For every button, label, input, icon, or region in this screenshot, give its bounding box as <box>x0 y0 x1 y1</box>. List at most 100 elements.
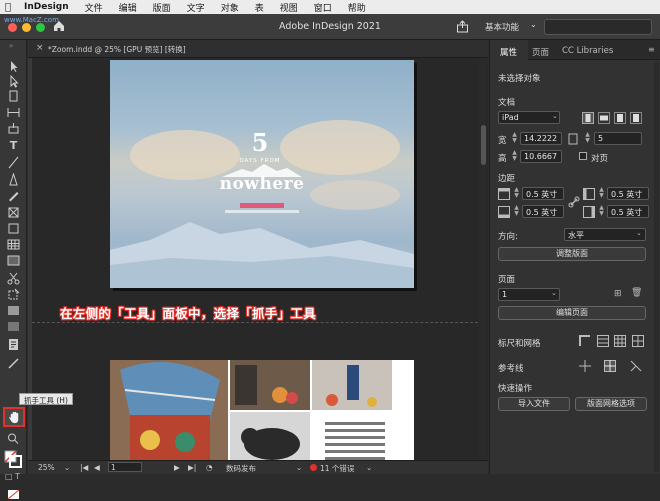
margin-bottom-input[interactable]: 0.5 英寸 <box>522 205 564 218</box>
scrollbar-thumb[interactable] <box>481 125 486 165</box>
menu-app[interactable]: InDesign <box>16 2 77 12</box>
last-page-icon[interactable]: ▶| <box>188 463 196 472</box>
pencil-tool-icon[interactable] <box>6 189 21 202</box>
layout-grid-icon[interactable] <box>632 335 644 347</box>
eyedropper-tool-icon[interactable] <box>6 356 21 369</box>
document-grid-icon[interactable] <box>614 335 626 347</box>
chevron-down-icon[interactable]: ⌄ <box>366 463 372 472</box>
menu-file[interactable]: 文件 <box>77 1 111 14</box>
landscape-orientation-icon[interactable] <box>598 112 610 124</box>
formatting-container-icon[interactable]: □ T <box>5 472 20 481</box>
tab-pages[interactable]: 页面 <box>532 46 549 58</box>
menu-help[interactable]: 帮助 <box>340 1 374 14</box>
zoom-window-button[interactable] <box>36 23 45 32</box>
share-icon[interactable] <box>456 20 469 33</box>
layout-grid-options-button[interactable]: 版面网格选项 <box>575 397 647 411</box>
chevron-down-icon[interactable]: ⌄ <box>64 463 70 472</box>
close-tab-icon[interactable]: × <box>36 43 44 53</box>
width-input[interactable]: 14.2222 <box>520 132 562 145</box>
height-input[interactable]: 10.6667 <box>520 150 562 163</box>
fill-stroke-swatch-icon[interactable] <box>4 450 22 468</box>
scissors-tool-icon[interactable] <box>6 272 21 285</box>
chevron-down-icon[interactable]: ⌄ <box>296 463 302 472</box>
rectangle-frame-tool-icon[interactable] <box>6 206 21 219</box>
margin-right-input[interactable]: 0.5 英寸 <box>607 205 649 218</box>
menu-layout[interactable]: 版面 <box>145 1 179 14</box>
free-transform-tool-icon[interactable] <box>6 288 21 301</box>
facing-pages-checkbox[interactable] <box>579 152 587 160</box>
direct-selection-tool-icon[interactable] <box>6 75 21 88</box>
document-page-1[interactable]: 5 DAYS FROM nowhere <box>110 60 414 288</box>
margin-right-stepper-icon[interactable]: ▲ ▼ <box>598 205 605 218</box>
hand-tool-button[interactable] <box>3 407 25 427</box>
menu-object[interactable]: 对象 <box>213 1 247 14</box>
panel-menu-icon[interactable]: ≡ <box>648 45 655 54</box>
link-margins-icon[interactable] <box>568 196 580 208</box>
height-stepper-icon[interactable]: ▲ ▼ <box>511 150 518 163</box>
guides-icon[interactable] <box>579 360 591 372</box>
portrait-orientation-icon[interactable] <box>582 112 594 124</box>
vertical-scrollbar[interactable] <box>479 58 487 460</box>
document-page-2[interactable] <box>110 360 414 464</box>
menu-view[interactable]: 视图 <box>272 1 306 14</box>
rectangle-tool-icon[interactable] <box>6 222 21 235</box>
workspace-switcher[interactable]: 基本功能 <box>485 21 519 33</box>
close-window-button[interactable] <box>8 23 17 32</box>
edit-page-button[interactable]: 编辑页面 <box>498 306 646 320</box>
margin-bottom-stepper-icon[interactable]: ▲ ▼ <box>513 205 520 218</box>
chevron-down-icon[interactable]: ⌄ <box>551 289 557 297</box>
menu-table[interactable]: 表 <box>247 1 272 14</box>
selection-tool-icon[interactable] <box>6 60 21 73</box>
width-stepper-icon[interactable]: ▲ ▼ <box>511 132 518 145</box>
search-input[interactable] <box>544 19 652 35</box>
error-count[interactable]: 11 个错误 <box>320 463 354 474</box>
orientation-select[interactable]: 水平 <box>564 228 646 241</box>
document-tab[interactable]: × *Zoom.indd @ 25% [GPU 预览] [转换] <box>28 40 488 58</box>
apply-none-icon[interactable] <box>6 488 21 501</box>
page-tool-icon[interactable] <box>6 90 21 103</box>
first-page-icon[interactable]: |◀ <box>80 463 88 472</box>
margin-top-stepper-icon[interactable]: ▲ ▼ <box>513 187 520 200</box>
preflight-profile[interactable]: 数码发布 <box>226 463 256 474</box>
baseline-grid-icon[interactable] <box>597 335 609 347</box>
menu-type[interactable]: 文字 <box>179 1 213 14</box>
margin-left-stepper-icon[interactable]: ▲ ▼ <box>598 187 605 200</box>
adjust-layout-button[interactable]: 调整版面 <box>498 247 646 261</box>
margin-left-input[interactable]: 0.5 英寸 <box>607 187 649 200</box>
zoom-tool-icon[interactable] <box>6 432 21 445</box>
preflight-icon[interactable]: ◔ <box>206 463 213 472</box>
chevron-down-icon[interactable]: ⌄ <box>636 229 642 237</box>
next-page-icon[interactable]: ▶ <box>174 463 180 472</box>
content-collector-icon[interactable] <box>6 122 21 135</box>
prev-page-icon[interactable]: ◀ <box>94 463 100 472</box>
page-field[interactable]: 1 <box>108 462 142 472</box>
delete-page-icon[interactable]: 🗑 <box>631 288 642 298</box>
smart-guides-icon[interactable] <box>604 360 616 372</box>
chevron-down-icon[interactable]: ⌄ <box>552 112 558 120</box>
tab-properties[interactable]: 属性 <box>500 46 517 58</box>
lock-guides-icon[interactable] <box>630 360 642 372</box>
tab-cc-libraries[interactable]: CC Libraries <box>562 46 613 56</box>
pen-tool-icon[interactable] <box>6 173 21 186</box>
menu-edit[interactable]: 编辑 <box>111 1 145 14</box>
ruler-icon[interactable] <box>579 335 591 347</box>
document-preset-select[interactable]: iPad <box>498 111 560 124</box>
page-binding-icon[interactable] <box>614 112 626 124</box>
apple-icon[interactable]:  <box>0 2 16 13</box>
add-page-icon[interactable]: ⊞ <box>614 289 622 299</box>
chevron-down-icon[interactable]: ⌄ <box>530 20 537 29</box>
grid-tool-icon[interactable] <box>6 254 21 267</box>
note-tool-icon[interactable] <box>6 338 21 351</box>
minimize-window-button[interactable] <box>22 23 31 32</box>
panel-scrollbar[interactable] <box>654 62 659 472</box>
type-tool-icon[interactable]: T <box>6 139 21 152</box>
pages-stepper-icon[interactable]: ▲ ▼ <box>584 132 591 145</box>
gradient-swatch-tool-icon[interactable] <box>6 304 21 317</box>
pages-input[interactable]: 5 <box>594 132 642 145</box>
margin-top-input[interactable]: 0.5 英寸 <box>522 187 564 200</box>
table-tool-icon[interactable] <box>6 238 21 251</box>
gap-tool-icon[interactable] <box>6 106 21 119</box>
line-tool-icon[interactable] <box>6 156 21 169</box>
panel-collapse-icon[interactable]: » <box>9 42 13 50</box>
zoom-level[interactable]: 25% <box>38 463 55 472</box>
